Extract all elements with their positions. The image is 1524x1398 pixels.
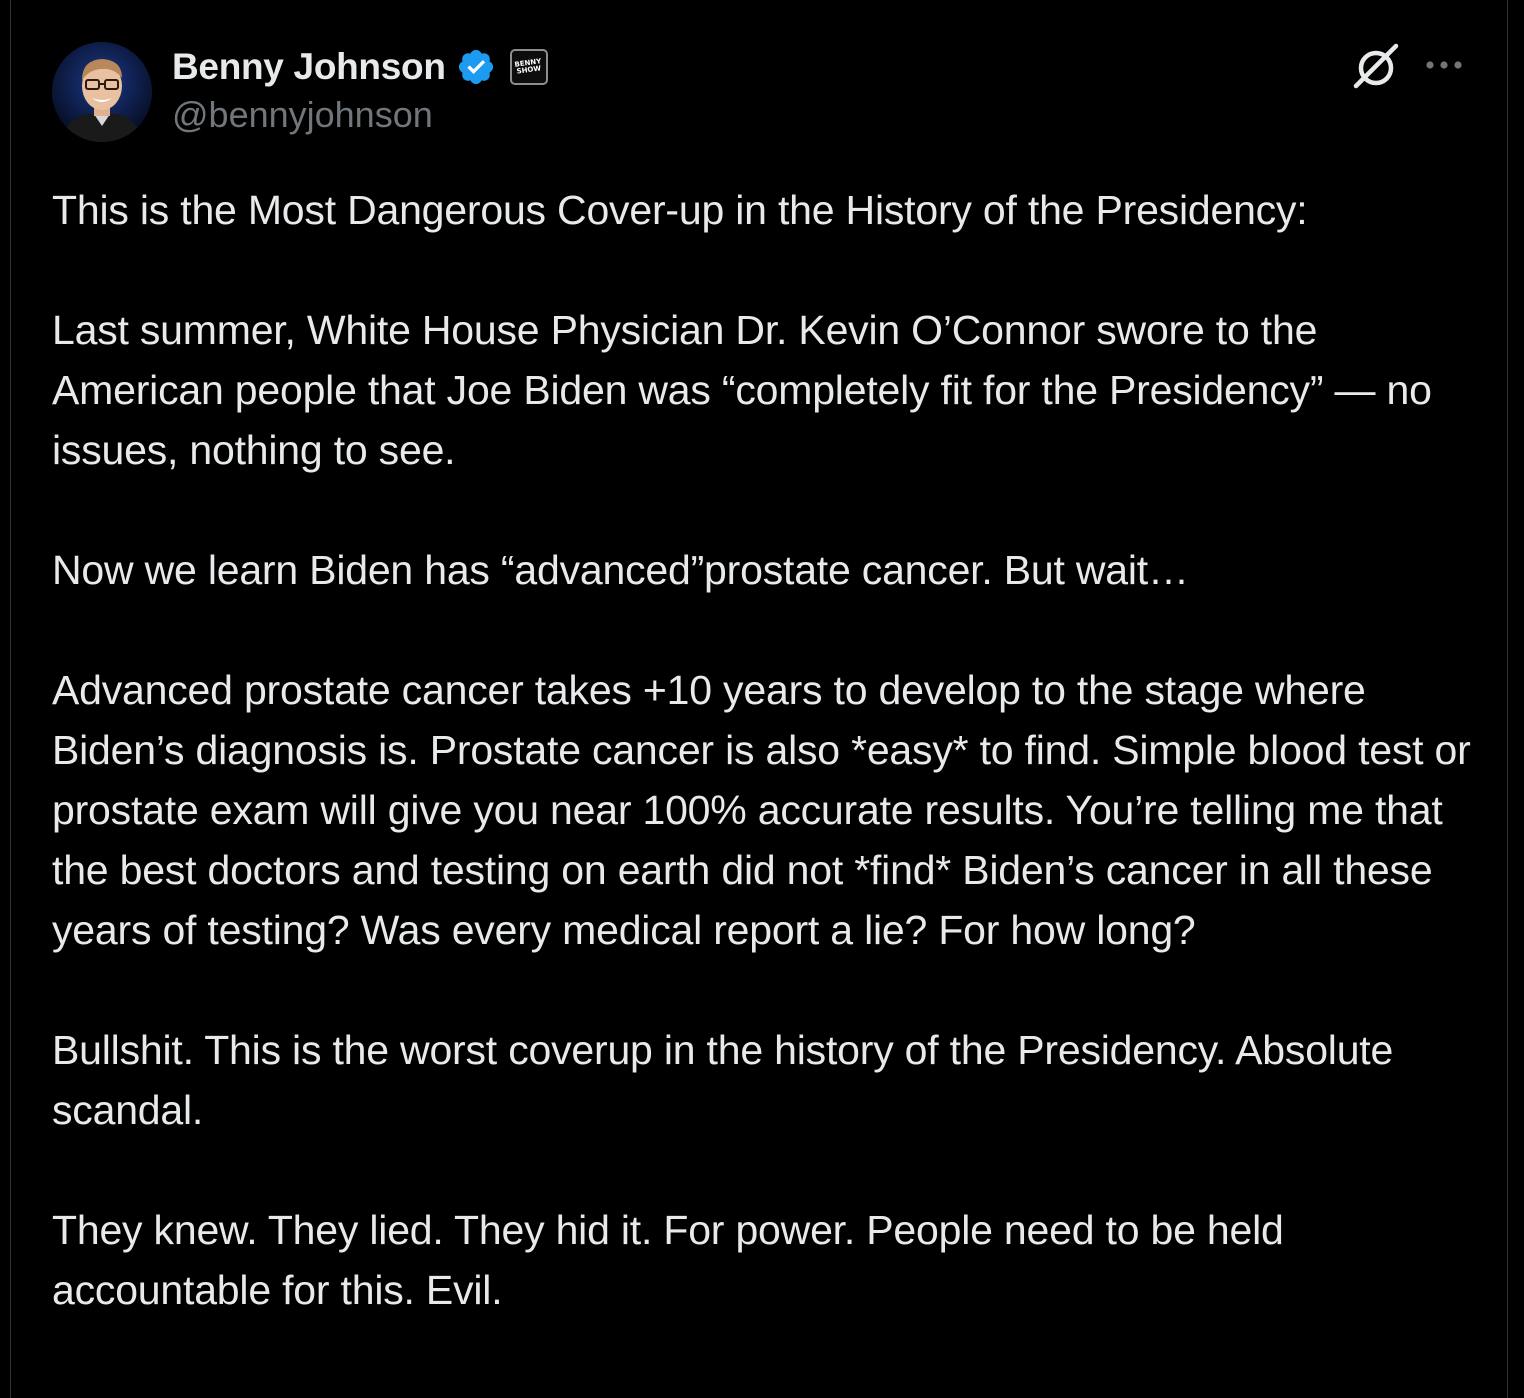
author-name-row: Benny Johnson BENNY SHOW	[172, 42, 548, 92]
affiliate-badge-icon[interactable]: BENNY SHOW	[509, 49, 548, 85]
tweet-text: This is the Most Dangerous Cover-up in t…	[52, 180, 1482, 1320]
verified-badge-icon[interactable]	[456, 47, 496, 87]
affiliate-badge-text: BENNY SHOW	[514, 57, 542, 76]
author-handle[interactable]: @bennyjohnson	[172, 94, 433, 136]
more-icon[interactable]	[1424, 50, 1464, 80]
avatar[interactable]	[52, 42, 152, 142]
tweet-paragraph: They knew. They lied. They hid it. For p…	[52, 1207, 1284, 1313]
author-display-name[interactable]: Benny Johnson	[172, 46, 446, 88]
tweet-paragraph: This is the Most Dangerous Cover-up in t…	[52, 187, 1308, 233]
avatar-image	[52, 42, 152, 142]
tweet-paragraph: Advanced prostate cancer takes +10 years…	[52, 667, 1471, 953]
tweet-paragraph: Bullshit. This is the worst coverup in t…	[52, 1027, 1394, 1133]
tweet-paragraph: Last summer, White House Physician Dr. K…	[52, 307, 1432, 473]
tweet-paragraph: Now we learn Biden has “advanced”prostat…	[52, 547, 1189, 593]
grok-icon[interactable]	[1352, 42, 1400, 90]
